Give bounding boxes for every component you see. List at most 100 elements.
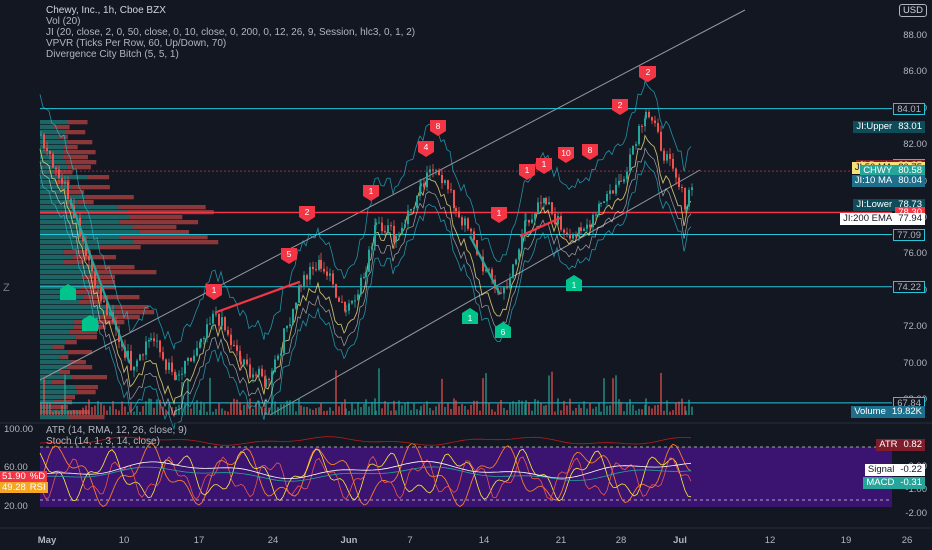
candle-body xyxy=(315,269,317,271)
volume-bar xyxy=(506,410,508,415)
volume-bar xyxy=(458,406,460,415)
candle-body xyxy=(230,334,232,345)
volume-bar xyxy=(554,411,556,415)
volume-bar xyxy=(76,410,78,415)
volume-bar xyxy=(142,405,144,415)
candle-body xyxy=(171,362,173,372)
candle-body xyxy=(345,310,347,312)
indicator-vpvr[interactable]: VPVR (Ticks Per Row, 60, Up/Down, 70) xyxy=(46,38,415,49)
price-chart[interactable]: 125114811821022161 xyxy=(0,0,932,550)
volume-bar xyxy=(509,403,511,415)
vpvr-up-row xyxy=(40,385,76,390)
volume-bar xyxy=(43,377,45,415)
volume-bar xyxy=(413,402,415,415)
z-order-icon[interactable]: Z xyxy=(3,282,10,294)
price-tick: 86.00 xyxy=(903,66,927,78)
indicator-vol[interactable]: Vol (20) xyxy=(46,16,415,27)
badge-label: Signal xyxy=(864,464,898,476)
candle-body xyxy=(145,341,147,355)
candle-body xyxy=(545,197,547,205)
vpvr-up-row xyxy=(40,260,63,265)
volume-bar xyxy=(112,401,114,415)
candle-body xyxy=(280,353,282,356)
candle-body xyxy=(243,359,245,365)
candle-body xyxy=(224,317,226,331)
indicator-atr[interactable]: ATR (14, RMA, 12, 26, close, 9) xyxy=(46,425,187,436)
candle-body xyxy=(580,227,582,232)
candle-body xyxy=(663,150,665,161)
vpvr-down-row xyxy=(115,305,149,310)
volume-bar xyxy=(503,407,505,415)
vpvr-up-row xyxy=(40,245,101,250)
candle-body xyxy=(438,170,440,175)
vpvr-up-row xyxy=(40,320,75,325)
candle-body xyxy=(150,338,152,341)
candle-body xyxy=(332,273,334,285)
volume-bar xyxy=(620,402,622,415)
badge-value: 0.82 xyxy=(900,439,925,451)
vpvr-down-row xyxy=(59,355,69,360)
price-tick: 82.00 xyxy=(903,139,927,151)
candle-body xyxy=(341,301,343,303)
candle-body xyxy=(681,187,683,189)
candle-body xyxy=(43,134,45,149)
candle-body xyxy=(566,232,568,235)
candle-body xyxy=(560,216,562,230)
volume-bar xyxy=(612,378,614,415)
lower-badge: ATR 0.82 xyxy=(876,439,925,451)
badge-label: ATR xyxy=(876,439,901,451)
price-tick: 76.00 xyxy=(903,248,927,260)
volume-bar xyxy=(595,406,597,415)
candle-body xyxy=(200,338,202,343)
vpvr-down-row xyxy=(64,130,86,135)
volume-bar xyxy=(543,405,545,415)
volume-bar xyxy=(190,408,192,415)
currency-label[interactable]: USD xyxy=(898,4,927,17)
volume-bar xyxy=(300,405,302,415)
volume-bar xyxy=(494,411,496,415)
vpvr-down-row xyxy=(132,225,177,230)
candle-body xyxy=(447,180,449,190)
sell-marker: 4 xyxy=(418,141,434,157)
candle-body xyxy=(635,144,637,146)
candle-body xyxy=(148,340,150,342)
volume-bar xyxy=(252,408,254,415)
volume-bar xyxy=(603,378,605,415)
vpvr-down-row xyxy=(52,345,65,350)
candle-body xyxy=(395,235,397,243)
candle-body xyxy=(103,300,105,303)
candle-body xyxy=(620,180,622,182)
volume-bar xyxy=(70,410,72,415)
candle-body xyxy=(303,275,305,287)
candle-body xyxy=(540,202,542,204)
volume-bar xyxy=(580,408,582,415)
candle-body xyxy=(678,177,680,188)
symbol-title[interactable]: Chewy, Inc., 1h, Cboe BZX xyxy=(46,5,415,16)
sell-marker-label: 2 xyxy=(618,100,623,110)
lower-legend[interactable]: ATR (14, RMA, 12, 26, close, 9) Stoch (1… xyxy=(46,425,187,447)
volume-bar xyxy=(52,411,54,415)
volume-bar xyxy=(678,401,680,415)
vpvr-down-row xyxy=(68,415,105,420)
volume-bar xyxy=(393,400,395,415)
volume-bar xyxy=(375,410,377,415)
candle-body xyxy=(348,303,350,311)
volume-bar xyxy=(200,401,202,415)
buy-marker-label: 1 xyxy=(572,280,577,290)
symbol-legend[interactable]: Chewy, Inc., 1h, Cboe BZX Vol (20) JI (2… xyxy=(46,5,415,60)
volume-bar xyxy=(85,405,87,415)
time-tick: 12 xyxy=(764,535,776,546)
badge-value: 77.09 xyxy=(893,228,925,241)
candle-body xyxy=(384,231,386,233)
trend-segment xyxy=(469,235,501,295)
sell-marker: 1 xyxy=(363,185,379,201)
candle-body xyxy=(156,340,158,342)
indicator-ji[interactable]: JI (20, close, 2, 0, 50, close, 0, 10, c… xyxy=(46,27,415,38)
price-badge: JI:Upper 83.01 xyxy=(853,120,925,133)
vpvr-down-row xyxy=(68,365,93,370)
candle-body xyxy=(592,214,594,228)
indicator-divergence[interactable]: Divergence City Bitch (5, 5, 1) xyxy=(46,49,415,60)
indicator-stoch[interactable]: Stoch (14, 1, 3, 14, close) xyxy=(46,436,187,447)
candle-body xyxy=(629,154,631,172)
sell-marker-label: 4 xyxy=(424,142,429,152)
